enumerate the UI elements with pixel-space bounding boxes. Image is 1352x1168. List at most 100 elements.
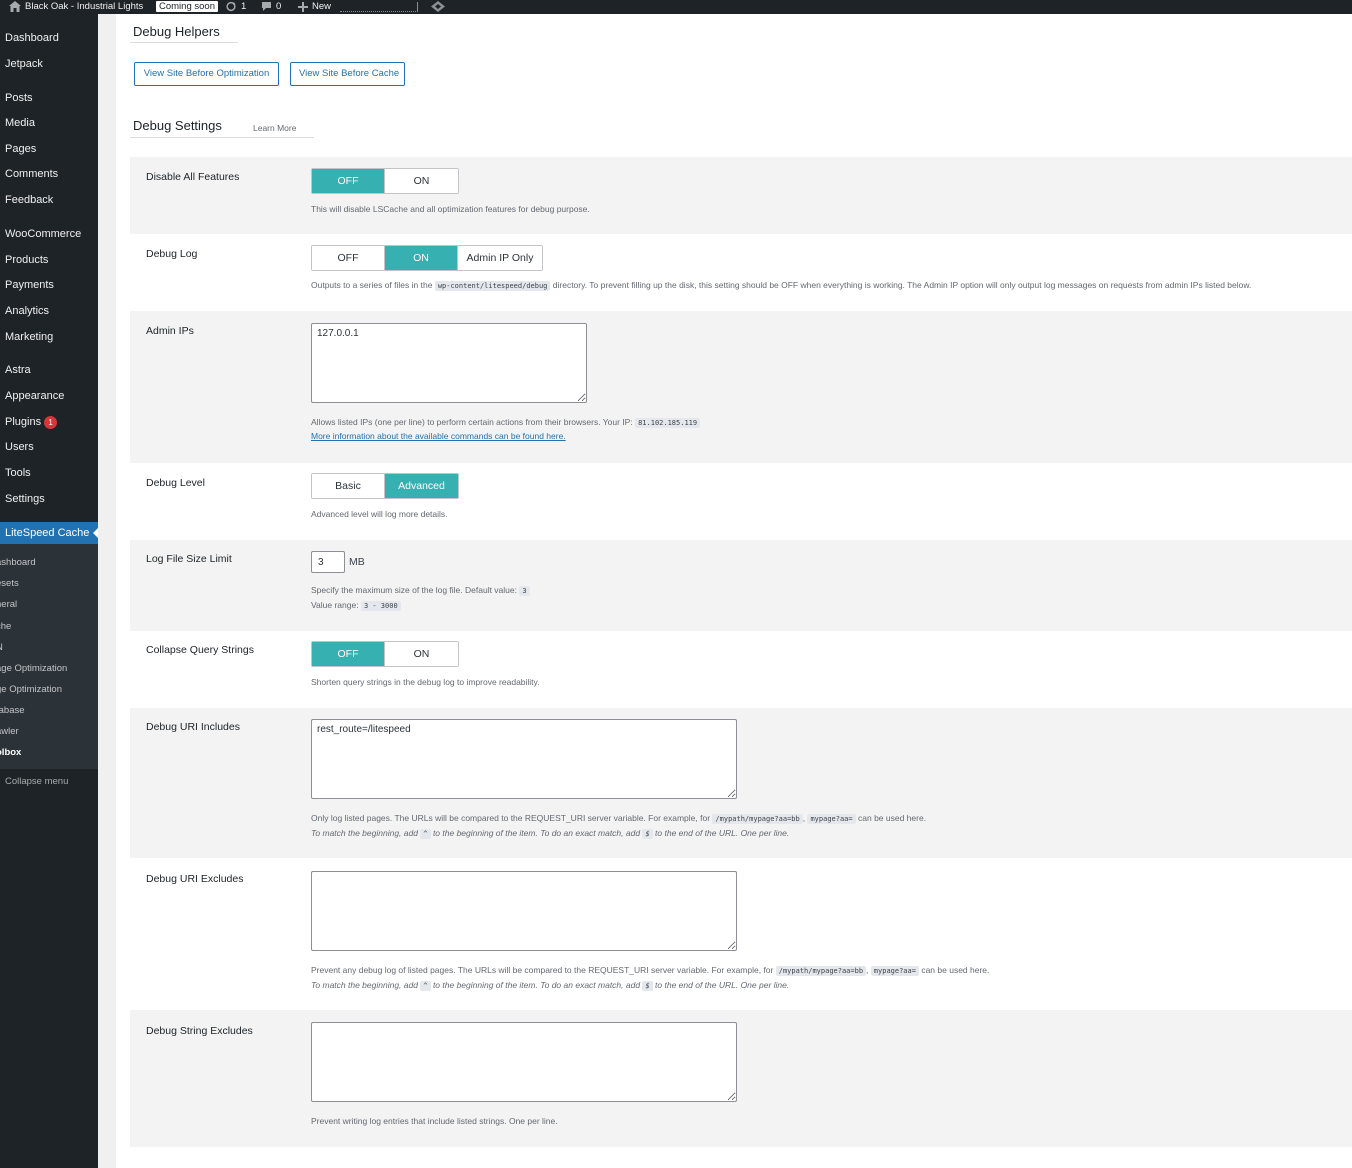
- uri-excludes-example-code-2: mypage?aa=: [870, 966, 919, 976]
- site-name-link[interactable]: Black Oak - Industrial Lights: [9, 0, 143, 13]
- menu-plugins-label: Plugins: [5, 416, 42, 428]
- submenu-presets[interactable]: esets: [0, 578, 19, 590]
- learn-more-link[interactable]: Learn More: [253, 123, 296, 133]
- debug-uri-excludes-hint: To match the beginning, add ^ to the beg…: [311, 979, 789, 992]
- new-content-link[interactable]: New: [298, 0, 331, 13]
- menu-marketing[interactable]: Marketing: [5, 330, 53, 344]
- debug-level-advanced-option[interactable]: Advanced: [385, 474, 458, 498]
- collapse-qs-on-option[interactable]: ON: [385, 642, 458, 666]
- litespeed-bar-link[interactable]: [431, 0, 445, 13]
- debug-string-excludes-description: Prevent writing log entries that include…: [311, 1116, 558, 1126]
- log-file-size-input[interactable]: [311, 551, 345, 573]
- admin-ips-description: Allows listed IPs (one per line) to perf…: [311, 416, 701, 429]
- litespeed-diamond-icon: [431, 1, 445, 12]
- admin-bar-dotted-item[interactable]: [340, 2, 418, 12]
- debug-log-toggle: OFF ON Admin IP Only: [311, 245, 543, 271]
- uri-includes-example-code-1: /mypath/mypage?aa=bb: [712, 814, 803, 824]
- submenu-page-optimization[interactable]: ge Optimization: [0, 684, 62, 696]
- comments-count: 0: [276, 0, 282, 12]
- content-gutter: [98, 14, 116, 1168]
- debug-uri-excludes-textarea[interactable]: [311, 871, 737, 951]
- submenu-toolbox[interactable]: olbox: [0, 747, 21, 759]
- uri-excludes-caret-code: ^: [420, 981, 431, 991]
- menu-appearance[interactable]: Appearance: [5, 389, 64, 403]
- menu-comments[interactable]: Comments: [5, 167, 58, 181]
- submenu-dashboard[interactable]: ashboard: [0, 557, 36, 569]
- menu-plugins[interactable]: Plugins 1: [5, 415, 58, 429]
- submenu-crawler[interactable]: awler: [0, 726, 19, 738]
- menu-products[interactable]: Products: [5, 253, 48, 267]
- debug-settings-title: Debug Settings: [133, 118, 222, 133]
- menu-tools[interactable]: Tools: [5, 466, 31, 480]
- submenu-image-optimization[interactable]: age Optimization: [0, 663, 67, 675]
- debug-helpers-underline: [130, 42, 238, 43]
- disable-all-off-option[interactable]: OFF: [312, 169, 385, 193]
- home-icon: [9, 1, 21, 12]
- uri-excludes-desc-pre: Prevent any debug log of listed pages. T…: [311, 965, 774, 975]
- debug-log-description: Outputs to a series of files in the wp-c…: [311, 279, 1251, 292]
- uri-excludes-example-code-1: /mypath/mypage?aa=bb: [775, 966, 867, 976]
- collapse-query-strings-label: Collapse Query Strings: [146, 644, 254, 656]
- uri-excludes-desc-post: can be used here.: [921, 965, 990, 975]
- debug-uri-excludes-description: Prevent any debug log of listed pages. T…: [311, 964, 989, 977]
- admin-bar: Black Oak - Industrial Lights Coming soo…: [0, 0, 1352, 14]
- log-size-range-label: Value range:: [311, 600, 359, 610]
- debug-log-admin-ip-only-option[interactable]: Admin IP Only: [458, 246, 542, 270]
- submenu-database[interactable]: tabase: [0, 705, 25, 717]
- debug-log-desc-pre: Outputs to a series of files in the: [311, 280, 433, 290]
- disable-all-on-option[interactable]: ON: [385, 169, 458, 193]
- disable-all-features-description: This will disable LSCache and all optimi…: [311, 204, 590, 214]
- submenu-general[interactable]: neral: [0, 599, 17, 611]
- menu-pages[interactable]: Pages: [5, 142, 36, 156]
- menu-astra[interactable]: Astra: [5, 363, 31, 377]
- disable-all-features-toggle: OFF ON: [311, 168, 459, 194]
- debug-level-basic-option[interactable]: Basic: [312, 474, 385, 498]
- debug-level-toggle: Basic Advanced: [311, 473, 459, 499]
- uri-includes-comma: ,: [802, 813, 806, 823]
- uri-includes-hint-b: to the beginning of the item. To do an e…: [432, 828, 641, 838]
- collapse-qs-off-option[interactable]: OFF: [312, 642, 385, 666]
- debug-level-label: Debug Level: [146, 477, 205, 489]
- menu-feedback[interactable]: Feedback: [5, 193, 53, 207]
- uri-includes-caret-code: ^: [420, 829, 431, 839]
- your-ip-code: 81.102.185.119: [635, 418, 701, 428]
- debug-string-excludes-label: Debug String Excludes: [146, 1025, 253, 1037]
- menu-users[interactable]: Users: [5, 440, 34, 454]
- menu-litespeed-cache[interactable]: LiteSpeed Cache: [0, 522, 99, 544]
- debug-log-on-option[interactable]: ON: [385, 246, 458, 270]
- admin-ips-label: Admin IPs: [146, 325, 194, 337]
- menu-woocommerce[interactable]: WooCommerce: [5, 227, 81, 241]
- debug-log-desc-post: directory. To prevent filling up the dis…: [552, 280, 1252, 290]
- collapse-menu[interactable]: Collapse menu: [5, 776, 68, 787]
- updates-icon: [226, 1, 236, 12]
- menu-settings[interactable]: Settings: [5, 492, 45, 506]
- menu-payments[interactable]: Payments: [5, 278, 54, 292]
- submenu-cache[interactable]: che: [0, 621, 11, 633]
- menu-jetpack[interactable]: Jetpack: [5, 57, 43, 71]
- updates-link[interactable]: 1: [225, 0, 246, 13]
- debug-uri-excludes-label: Debug URI Excludes: [146, 873, 244, 885]
- submenu-cdn[interactable]: N: [0, 642, 3, 654]
- menu-media[interactable]: Media: [5, 116, 35, 130]
- comments-link[interactable]: 0: [261, 0, 281, 13]
- admin-ips-textarea[interactable]: 127.0.0.1: [311, 323, 587, 403]
- debug-log-off-option[interactable]: OFF: [312, 246, 385, 270]
- uri-includes-desc-post: can be used here.: [858, 813, 927, 823]
- debug-level-description: Advanced level will log more details.: [311, 509, 448, 519]
- collapse-query-strings-description: Shorten query strings in the debug log t…: [311, 677, 540, 687]
- litespeed-submenu: ashboard esets neral che N age Optimizat…: [0, 544, 98, 769]
- commands-info-link[interactable]: More information about the available com…: [311, 431, 566, 441]
- menu-posts[interactable]: Posts: [5, 91, 33, 105]
- view-before-optimization-button[interactable]: View Site Before Optimization: [134, 62, 279, 86]
- coming-soon-badge[interactable]: Coming soon: [156, 0, 218, 13]
- uri-includes-desc-pre: Only log listed pages. The URLs will be …: [311, 813, 711, 823]
- disable-all-features-label: Disable All Features: [146, 171, 240, 183]
- view-before-cache-button[interactable]: View Site Before Cache: [290, 62, 405, 86]
- menu-analytics[interactable]: Analytics: [5, 304, 49, 318]
- menu-dashboard[interactable]: Dashboard: [5, 31, 59, 45]
- debug-string-excludes-textarea[interactable]: [311, 1022, 737, 1102]
- debug-uri-includes-label: Debug URI Includes: [146, 721, 240, 733]
- uri-excludes-hint-a: To match the beginning, add: [311, 980, 418, 990]
- uri-excludes-comma: ,: [866, 965, 869, 975]
- debug-uri-includes-textarea[interactable]: rest_route=/litespeed: [311, 719, 737, 799]
